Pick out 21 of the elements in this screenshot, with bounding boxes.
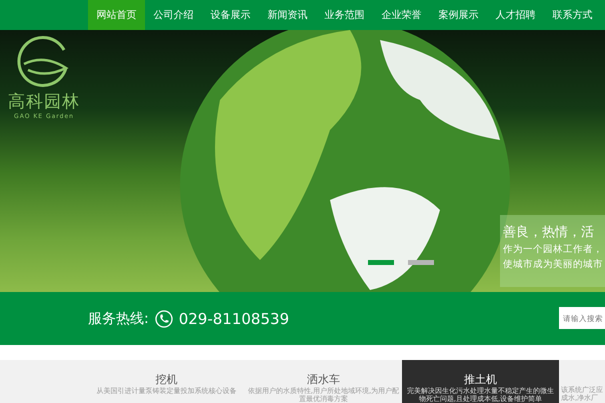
card-title: 挖机 [156, 372, 178, 387]
slide-indicator[interactable] [408, 260, 434, 265]
caption-line: 作为一个园林工作者， [503, 243, 604, 256]
hotline-label: 服务热线: [88, 310, 149, 328]
card-title: 洒水车 [307, 372, 340, 387]
nav-item[interactable]: 设备展示 [202, 0, 259, 30]
nav-item[interactable]: 案例展示 [430, 0, 487, 30]
slide-indicator[interactable] [368, 260, 394, 265]
hotline-number: 029-81108539 [178, 310, 290, 328]
nav-item[interactable]: 新闻资讯 [259, 0, 316, 30]
card-title: 推土机 [464, 372, 497, 387]
caption-title: 善良，热情，活 [503, 224, 595, 241]
nav-item[interactable]: 业务范围 [316, 0, 373, 30]
nav-item[interactable]: 网站首页 [88, 0, 145, 30]
nav-item[interactable]: 人才招聘 [487, 0, 544, 30]
phone-icon [154, 310, 173, 328]
nav-item[interactable]: 公司介绍 [145, 0, 202, 30]
caption-line: 使城市成为美丽的城市 [503, 258, 604, 271]
nav-item[interactable]: 联系方式 [544, 0, 601, 30]
logo-name: 高科园林 [8, 91, 80, 113]
nav-item[interactable]: 企业荣誉 [373, 0, 430, 30]
